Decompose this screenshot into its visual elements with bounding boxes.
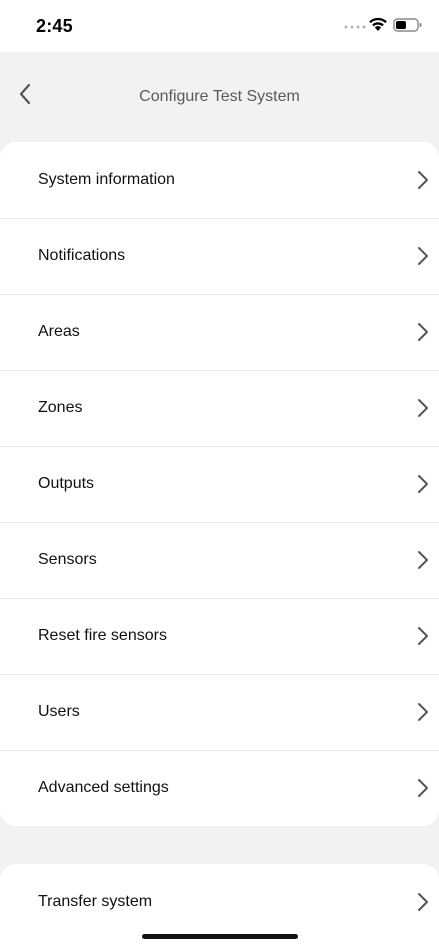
menu-item-areas[interactable]: Areas [0, 294, 439, 370]
chevron-right-icon [418, 171, 428, 189]
chevron-right-icon [418, 475, 428, 493]
menu-item-label: Transfer system [38, 893, 153, 910]
chevron-right-icon [418, 893, 428, 911]
chevron-right-icon [418, 323, 428, 341]
menu-item-users[interactable]: Users [0, 674, 439, 750]
chevron-right-icon [418, 627, 428, 645]
settings-menu-card: System information Notifications Areas Zone… [0, 142, 439, 826]
menu-item-label: Users [38, 703, 80, 720]
home-indicator [142, 934, 298, 939]
battery-icon [393, 18, 422, 32]
menu-item-zones[interactable]: Zones [0, 370, 439, 446]
navigation-bar: Configure Test System [0, 52, 439, 142]
menu-item-advanced-settings[interactable]: Advanced settings [0, 750, 439, 826]
menu-item-outputs[interactable]: Outputs [0, 446, 439, 522]
cellular-signal-icon [344, 25, 366, 29]
chevron-right-icon [418, 551, 428, 569]
menu-item-label: Advanced settings [38, 779, 169, 796]
chevron-right-icon [418, 703, 428, 721]
page-title: Configure Test System [139, 88, 300, 105]
menu-item-transfer-system[interactable]: Transfer system [0, 864, 439, 940]
status-bar: 2:45 [0, 0, 439, 52]
chevron-right-icon [418, 399, 428, 417]
menu-item-label: Sensors [38, 551, 97, 568]
status-time: 2:45 [36, 16, 73, 36]
menu-item-label: Reset fire sensors [38, 627, 167, 644]
menu-item-label: Outputs [38, 475, 95, 492]
menu-item-notifications[interactable]: Notifications [0, 218, 439, 294]
menu-item-reset-fire-sensors[interactable]: Reset fire sensors [0, 598, 439, 674]
menu-item-system-information[interactable]: System information [0, 142, 439, 218]
menu-item-label: Notifications [38, 247, 126, 264]
menu-item-label: Zones [38, 399, 83, 416]
menu-item-label: Areas [38, 323, 80, 340]
chevron-right-icon [418, 779, 428, 797]
menu-item-label: System information [38, 171, 175, 188]
wifi-icon [369, 17, 387, 31]
chevron-right-icon [418, 247, 428, 265]
menu-item-sensors[interactable]: Sensors [0, 522, 439, 598]
